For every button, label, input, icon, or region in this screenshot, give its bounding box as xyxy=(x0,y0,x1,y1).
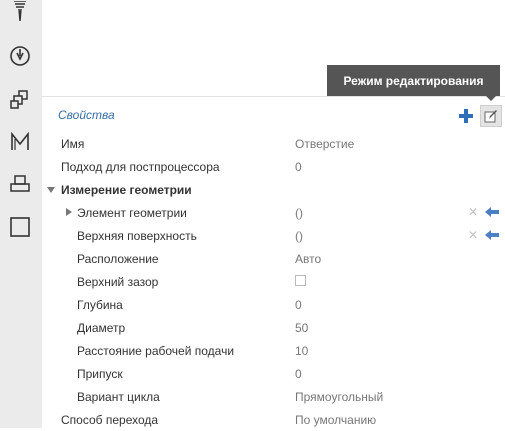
add-button[interactable] xyxy=(457,107,475,125)
left-toolbar xyxy=(0,0,42,428)
top-clearance-checkbox[interactable] xyxy=(295,275,306,286)
collapse-triangle-icon[interactable] xyxy=(47,187,55,193)
blocks-icon[interactable] xyxy=(8,87,32,111)
expand-triangle-icon[interactable] xyxy=(66,208,72,216)
printer-icon[interactable] xyxy=(8,172,32,196)
compass-icon[interactable] xyxy=(8,44,32,68)
prop-label: Диаметр xyxy=(77,321,126,335)
prop-label: Элемент геометрии xyxy=(77,206,187,220)
prop-row-name[interactable]: Имя Отверстие xyxy=(42,132,505,155)
select-arrow-icon[interactable] xyxy=(485,230,499,240)
prop-row-feed-distance[interactable]: Расстояние рабочей подачи 10 xyxy=(42,339,505,362)
prop-label: Расположение xyxy=(77,252,159,266)
panel-divider xyxy=(42,96,505,97)
prop-label: Способ перехода xyxy=(61,413,159,427)
edit-mode-button[interactable] xyxy=(480,105,502,127)
prop-value[interactable]: 0 xyxy=(295,160,302,174)
prop-row-depth[interactable]: Глубина 0 xyxy=(42,293,505,316)
prop-row-diameter[interactable]: Диаметр 50 xyxy=(42,316,505,339)
m-icon[interactable] xyxy=(8,130,32,154)
prop-value[interactable]: По умолчанию xyxy=(295,413,376,427)
prop-value[interactable]: 0 xyxy=(295,367,302,381)
prop-value[interactable]: () xyxy=(295,206,303,220)
prop-row-location[interactable]: Расположение Авто xyxy=(42,247,505,270)
prop-group-geometry[interactable]: Измерение геометрии xyxy=(42,178,505,201)
prop-row-allowance[interactable]: Припуск 0 xyxy=(42,362,505,385)
prop-value[interactable]: Авто xyxy=(295,252,321,266)
properties-title: Свойства xyxy=(58,108,115,122)
drill-icon[interactable] xyxy=(8,0,32,24)
clear-icon[interactable]: ✕ xyxy=(468,205,478,219)
prop-row-top-clearance[interactable]: Верхний зазор xyxy=(42,270,505,293)
prop-row-top-surface[interactable]: Верхняя поверхность () ✕ xyxy=(42,224,505,247)
prop-row-cycle-variant[interactable]: Вариант цикла Прямоугольный xyxy=(42,385,505,408)
prop-label: Припуск xyxy=(77,367,123,381)
clear-icon[interactable]: ✕ xyxy=(468,228,478,242)
group-label: Измерение геометрии xyxy=(61,183,192,197)
square-icon[interactable] xyxy=(8,215,32,239)
prop-label: Верхний зазор xyxy=(77,275,159,289)
prop-value[interactable]: 50 xyxy=(295,321,308,335)
plus-icon xyxy=(459,109,473,123)
prop-value[interactable]: () xyxy=(295,229,303,243)
prop-value[interactable]: Отверстие xyxy=(295,137,354,151)
prop-label: Подход для постпроцессора xyxy=(61,160,220,174)
prop-value[interactable]: 10 xyxy=(295,344,308,358)
pencil-icon xyxy=(484,110,497,123)
prop-label: Глубина xyxy=(77,298,123,312)
prop-value[interactable]: 0 xyxy=(295,298,302,312)
prop-label: Вариант цикла xyxy=(77,390,160,404)
prop-label: Верхняя поверхность xyxy=(77,229,197,243)
tooltip-arrow xyxy=(486,96,496,101)
prop-row-postprocessor[interactable]: Подход для постпроцессора 0 xyxy=(42,155,505,178)
select-arrow-icon[interactable] xyxy=(485,207,499,217)
prop-label: Имя xyxy=(61,137,85,151)
edit-mode-tooltip: Режим редактирования xyxy=(327,65,500,96)
prop-value[interactable]: Прямоугольный xyxy=(295,390,383,404)
prop-row-geometry-element[interactable]: Элемент геометрии () ✕ xyxy=(42,201,505,224)
prop-label: Расстояние рабочей подачи xyxy=(77,344,235,358)
